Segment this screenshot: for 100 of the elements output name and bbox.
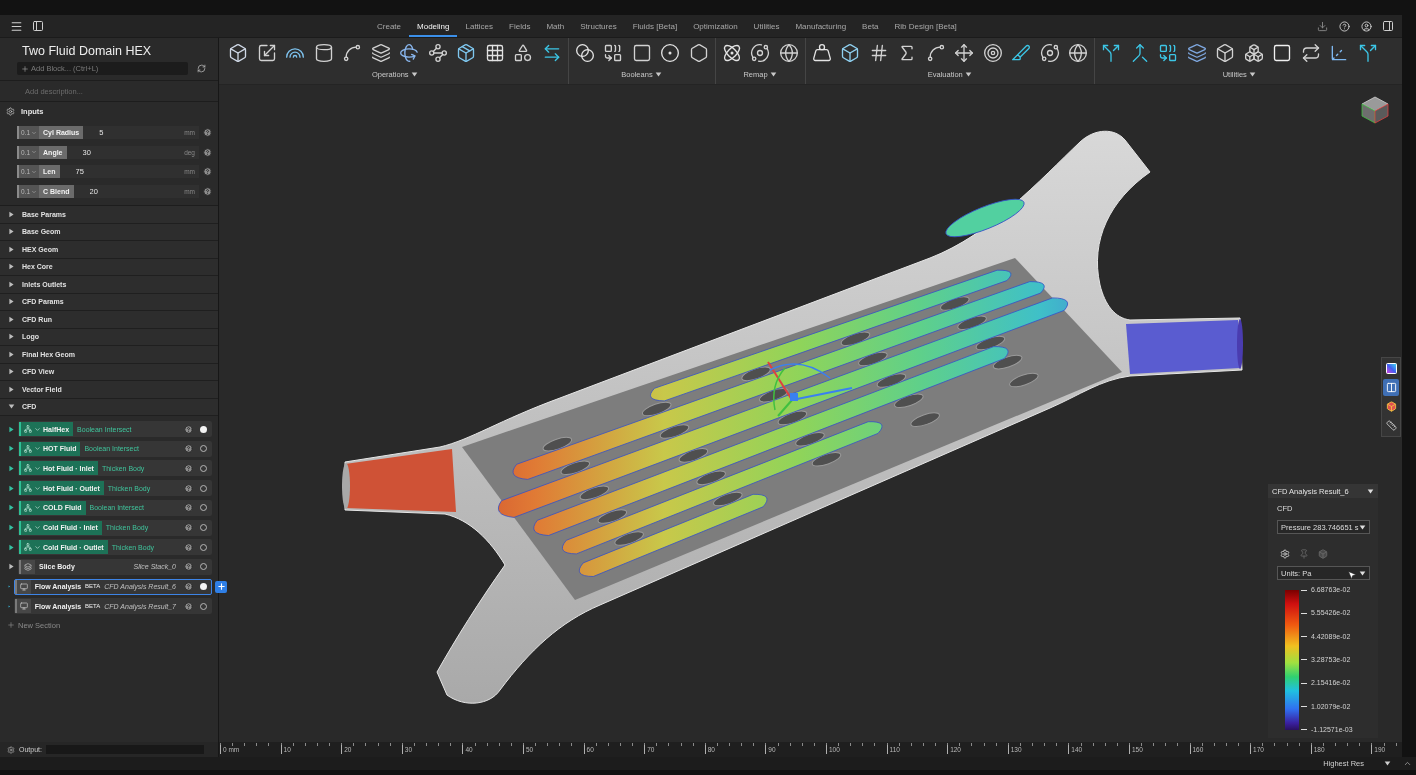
view-toggle[interactable] <box>1383 398 1399 415</box>
slice-icon[interactable] <box>1011 43 1031 63</box>
tab[interactable]: Optimization <box>685 15 746 37</box>
tab[interactable]: Manufacturing <box>787 15 855 37</box>
target-icon[interactable] <box>982 43 1003 63</box>
nodes-icon[interactable] <box>427 43 448 63</box>
package-icon[interactable] <box>456 43 476 63</box>
visibility-toggle[interactable] <box>200 425 207 433</box>
cursor-icon <box>1347 570 1357 580</box>
help-icon[interactable] <box>184 562 193 572</box>
caret-down-icon <box>31 168 38 175</box>
scale-icon[interactable] <box>256 43 277 63</box>
weight-icon[interactable] <box>811 43 832 63</box>
chevron-up-icon[interactable] <box>1403 759 1412 768</box>
help-icon[interactable] <box>184 523 193 532</box>
square-icon[interactable] <box>1272 43 1292 63</box>
orbit-icon[interactable] <box>1039 43 1060 63</box>
repeat-icon[interactable] <box>1300 43 1321 63</box>
network-icon <box>24 523 32 532</box>
hexagon-icon[interactable] <box>688 43 709 63</box>
view-toggle[interactable] <box>1383 417 1399 434</box>
tab[interactable]: Rib Design [Beta] <box>886 15 965 37</box>
view-toggle[interactable] <box>1383 360 1399 377</box>
curve-icon[interactable] <box>925 43 946 63</box>
grid-icon[interactable] <box>484 43 505 63</box>
caret-right-icon[interactable] <box>8 445 15 453</box>
monitor-icon <box>19 602 28 611</box>
plus-icon <box>21 64 29 73</box>
tab[interactable]: Lattices <box>457 15 502 37</box>
help-icon[interactable] <box>203 187 212 197</box>
cylinder-icon[interactable] <box>313 43 334 63</box>
help-icon[interactable] <box>184 444 193 454</box>
cube-icon[interactable] <box>840 43 860 63</box>
axes-icon[interactable] <box>767 361 853 417</box>
caret-right-icon[interactable] <box>8 563 15 571</box>
caret-right-icon[interactable] <box>8 543 15 551</box>
combine-icon[interactable] <box>603 43 623 63</box>
help-icon[interactable] <box>184 483 193 493</box>
caret-right-icon[interactable] <box>8 425 15 433</box>
network-icon <box>24 425 32 434</box>
tab[interactable]: Math <box>538 15 573 37</box>
help-icon[interactable] <box>203 167 212 177</box>
help-icon[interactable] <box>184 503 193 513</box>
help-icon[interactable] <box>184 424 193 434</box>
globe-icon[interactable] <box>1068 43 1088 63</box>
shapes-icon[interactable] <box>513 43 533 63</box>
download-icon[interactable] <box>1316 20 1328 32</box>
project-title: Two Fluid Domain HEX <box>22 43 153 59</box>
sidebar-toggle-icon[interactable] <box>32 20 44 32</box>
boxes-icon[interactable] <box>1243 43 1264 63</box>
view-toggle[interactable] <box>1383 379 1399 396</box>
cube-icon[interactable] <box>1360 95 1390 125</box>
tab[interactable]: Fluids [Beta] <box>624 15 686 37</box>
caret-down-icon <box>769 70 777 78</box>
help-icon[interactable] <box>184 582 193 592</box>
caret-right-icon[interactable] <box>8 464 15 472</box>
circle-dot-icon[interactable] <box>660 43 680 63</box>
refresh-icon[interactable] <box>197 64 206 73</box>
curve-icon[interactable] <box>342 43 362 63</box>
caret-right-icon[interactable] <box>8 524 15 531</box>
caret-down-icon <box>1359 569 1366 577</box>
caret-right-icon[interactable] <box>8 504 15 512</box>
atom-icon[interactable] <box>721 43 742 63</box>
layers-icon[interactable] <box>370 43 391 63</box>
split-icon[interactable] <box>1101 43 1121 63</box>
visibility-toggle[interactable] <box>200 583 207 591</box>
help-icon[interactable] <box>203 147 212 157</box>
help-icon[interactable] <box>203 128 212 137</box>
cube-icon <box>1385 401 1397 412</box>
user-icon[interactable] <box>1360 20 1372 32</box>
tab[interactable]: Create <box>369 15 409 37</box>
tab[interactable]: Structures <box>572 15 625 37</box>
combine-icon[interactable] <box>1158 43 1178 63</box>
caret-down-icon <box>31 188 38 195</box>
caret-down-icon <box>964 70 972 78</box>
help-icon[interactable] <box>184 542 193 552</box>
globe-icon[interactable] <box>778 43 799 63</box>
layers-icon[interactable] <box>1186 43 1207 63</box>
caret-right-icon[interactable] <box>8 484 15 492</box>
settings-icon[interactable] <box>7 745 15 754</box>
plus-icon <box>216 582 226 592</box>
help-icon[interactable] <box>184 463 193 473</box>
menu-icon[interactable] <box>9 19 23 33</box>
overlapping-circles-icon[interactable] <box>574 43 595 63</box>
caret-down-icon <box>31 149 38 156</box>
move-icon[interactable] <box>954 43 974 63</box>
tab[interactable]: Fields <box>501 15 539 37</box>
orbit-icon[interactable] <box>750 43 770 63</box>
help-icon[interactable] <box>184 601 193 611</box>
settings-icon[interactable] <box>1280 548 1290 559</box>
tab[interactable]: Utilities <box>745 15 788 37</box>
square-icon[interactable] <box>631 43 652 63</box>
split-icon[interactable] <box>1357 43 1378 63</box>
axes-icon[interactable] <box>1329 43 1349 63</box>
panel-icon[interactable] <box>1382 20 1394 32</box>
tab[interactable]: Beta <box>854 15 887 37</box>
rotate-icon[interactable] <box>399 43 419 63</box>
monitor-icon <box>19 582 28 591</box>
network-icon <box>24 484 32 493</box>
network-icon <box>24 444 32 453</box>
